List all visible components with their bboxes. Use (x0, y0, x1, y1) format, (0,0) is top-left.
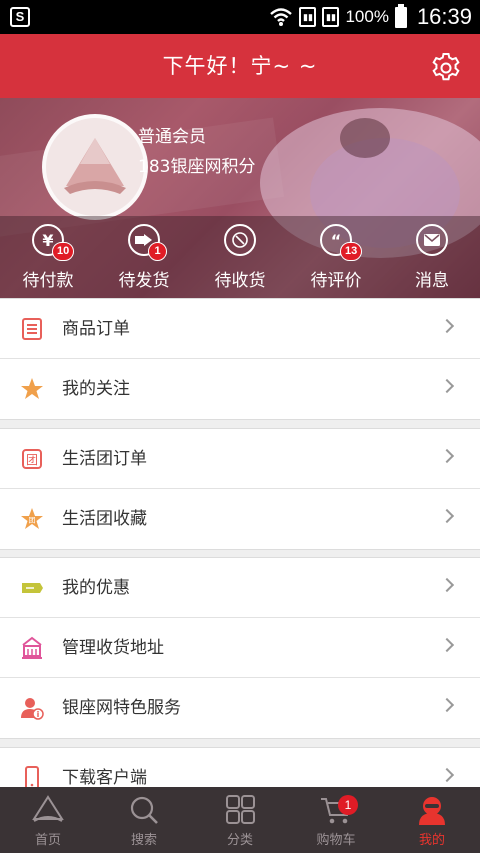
order-status-bar: ¥ 10 待付款 1 待发货 待收货 “ 13 待评价 消息 (0, 216, 480, 298)
order-pending-receipt[interactable]: 待收货 (192, 216, 288, 298)
order-list-icon (22, 318, 42, 340)
chevron-right-icon (439, 697, 455, 713)
order-pending-shipment[interactable]: 1 待发货 (96, 216, 192, 298)
gear-icon[interactable] (430, 50, 462, 82)
menu-item-label: 生活团订单 (62, 449, 147, 469)
service-icon: i (21, 698, 44, 720)
profile-banner: 普通会员 183银座网积分 ¥ 10 待付款 1 待发货 待收货 “ 13 待评… (0, 98, 480, 298)
star-icon (21, 378, 43, 399)
status-bar: S ▮▮ ▮▮ 100% 16:39 (0, 0, 480, 34)
order-item-label: 待付款 (22, 271, 74, 291)
menu-group-account: 我的优惠 管理收货地址 i 银座网特色服务 (0, 557, 480, 739)
receive-icon (224, 224, 256, 256)
svg-text:i: i (37, 710, 40, 719)
order-pending-payment[interactable]: ¥ 10 待付款 (0, 216, 96, 298)
order-pending-review[interactable]: “ 13 待评价 (288, 216, 384, 298)
clock: 16:39 (416, 4, 472, 29)
avatar[interactable] (42, 114, 148, 220)
tab-category[interactable]: 分类 (192, 787, 288, 853)
chevron-right-icon (439, 508, 455, 524)
category-icon (226, 795, 255, 824)
battery-percent: 100% (345, 7, 389, 26)
count-badge: 13 (340, 242, 363, 261)
menu-group-orders: 商品订单 我的关注 (0, 298, 480, 420)
group-order-icon: 团 (22, 449, 42, 469)
order-item-label: 消息 (415, 271, 449, 291)
count-badge: 1 (148, 242, 167, 261)
default-avatar-logo-icon (64, 138, 126, 194)
chevron-right-icon (439, 448, 455, 464)
menu-item-label: 我的优惠 (62, 578, 130, 598)
sim1-signal-icon: ▮▮ (299, 7, 317, 27)
chevron-right-icon (439, 378, 455, 394)
member-level: 普通会员 (138, 127, 206, 147)
mail-icon (416, 224, 448, 256)
tab-label: 我的 (418, 833, 445, 848)
page-title: 下午好！宁~ ~ (162, 54, 318, 78)
member-points[interactable]: 183银座网积分 (138, 152, 255, 177)
home-icon (32, 795, 64, 822)
wifi-icon (270, 8, 293, 26)
banner-decoration (340, 118, 390, 158)
user-icon (419, 797, 445, 825)
svg-text:团: 团 (26, 453, 38, 467)
chevron-right-icon (439, 637, 455, 653)
sim2-signal-icon: ▮▮ (322, 7, 340, 27)
order-item-label: 待评价 (310, 271, 362, 291)
coupon-icon (22, 583, 43, 593)
tab-search[interactable]: 搜索 (96, 787, 192, 853)
address-icon (22, 636, 42, 659)
menu-item-manage-addresses[interactable]: 管理收货地址 (0, 618, 480, 678)
group-star-icon: 团 (21, 508, 43, 529)
cart-count-badge: 1 (338, 795, 358, 815)
tab-label: 分类 (226, 833, 253, 848)
bottom-tab-bar: 首页 搜索 分类 1 购物车 我的 (0, 787, 480, 853)
app-header: 下午好！宁~ ~ (0, 34, 480, 98)
chevron-right-icon (439, 577, 455, 593)
tab-mine[interactable]: 我的 (384, 787, 480, 853)
menu-item-label: 商品订单 (62, 319, 130, 339)
menu-item-group-orders[interactable]: 团 生活团订单 (0, 429, 480, 489)
menu-item-label: 生活团收藏 (62, 509, 147, 529)
menu-item-special-services[interactable]: i 银座网特色服务 (0, 678, 480, 738)
order-item-label: 待发货 (118, 271, 170, 291)
messages[interactable]: 消息 (384, 216, 480, 298)
tab-label: 搜索 (130, 833, 157, 848)
menu-item-my-follows[interactable]: 我的关注 (0, 359, 480, 419)
svg-text:团: 团 (29, 517, 36, 525)
carrier-app-icon: S (10, 7, 30, 27)
count-badge: 10 (52, 242, 75, 261)
menu-item-label: 我的关注 (62, 379, 130, 399)
tab-label: 购物车 (316, 833, 356, 848)
status-indicators: ▮▮ ▮▮ 100% 16:39 (269, 0, 472, 34)
chevron-right-icon (439, 767, 455, 783)
chevron-right-icon (439, 318, 455, 334)
menu-group-life-group: 团 生活团订单 团 生活团收藏 (0, 428, 480, 550)
order-item-label: 待收货 (214, 271, 266, 291)
tab-home[interactable]: 首页 (0, 787, 96, 853)
tab-label: 首页 (34, 833, 61, 848)
menu-item-label: 管理收货地址 (62, 638, 164, 658)
menu-item-label: 银座网特色服务 (62, 698, 181, 718)
battery-icon (394, 3, 407, 28)
menu-item-product-orders[interactable]: 商品订单 (0, 299, 480, 359)
menu-item-my-coupons[interactable]: 我的优惠 (0, 558, 480, 618)
tab-cart[interactable]: 1 购物车 (288, 787, 384, 853)
search-icon (130, 796, 158, 824)
menu-item-group-favorites[interactable]: 团 生活团收藏 (0, 489, 480, 549)
